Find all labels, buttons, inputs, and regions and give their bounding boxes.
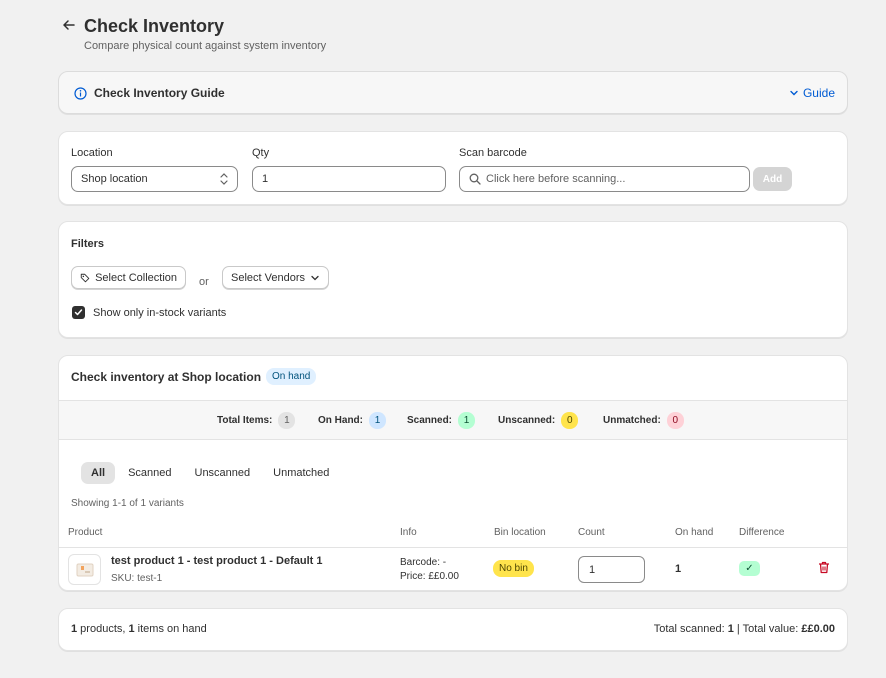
trash-icon <box>819 561 829 574</box>
page-subtitle: Compare physical count against system in… <box>84 40 327 52</box>
items-text: items on hand <box>134 623 207 635</box>
product-sku: SKU: test-1 <box>111 573 163 584</box>
col-product: Product <box>68 527 103 538</box>
stat-badge: 0 <box>561 412 579 429</box>
showing-count: Showing 1-1 of 1 variants <box>71 498 184 509</box>
summary-right: Total scanned: 1 | Total value: ££0.00 <box>654 623 835 635</box>
inventory-title: Check inventory at Shop location <box>71 370 262 384</box>
info-icon <box>74 87 87 103</box>
select-vendors-label: Select Vendors <box>231 271 305 284</box>
col-bin-location: Bin location <box>494 527 546 538</box>
stats-bar: Total Items: 1 On Hand: 1 Scanned: 1 Uns… <box>59 400 847 440</box>
guide-title: Check Inventory Guide <box>94 86 225 100</box>
product-image-icon <box>76 563 93 576</box>
scan-placeholder: Click here before scanning... <box>486 173 626 185</box>
stat-badge: 0 <box>666 412 684 429</box>
summary-card: 1 products, 1 items on hand Total scanne… <box>58 608 848 651</box>
stat-unmatched: Unmatched: 0 <box>603 412 684 429</box>
difference-badge: ✓ <box>739 561 760 576</box>
summary-separator: | <box>733 623 743 635</box>
chevron-down-icon <box>790 90 798 96</box>
products-text: products, <box>77 623 129 635</box>
on-hand-badge: On hand <box>266 368 317 385</box>
bin-badge: No bin <box>493 560 534 577</box>
stat-badge: 1 <box>369 412 386 429</box>
add-button[interactable]: Add <box>753 167 792 191</box>
stat-label: Unmatched: <box>603 415 661 426</box>
stat-badge: 1 <box>278 412 296 429</box>
col-on-hand: On hand <box>675 527 714 538</box>
product-price: Price: ££0.00 <box>400 571 459 582</box>
back-button[interactable] <box>60 16 78 34</box>
qty-label: Qty <box>252 147 270 159</box>
select-collection-label: Select Collection <box>95 271 177 284</box>
location-select-value: Shop location <box>81 173 148 185</box>
tab-scanned[interactable]: Scanned <box>118 462 181 484</box>
checkmark-icon <box>74 309 83 316</box>
value-label: Total value: <box>742 623 802 635</box>
location-form-card: Location Shop location Qty 1 Scan barcod… <box>58 131 848 205</box>
search-icon <box>469 173 481 185</box>
filter-tabs: All Scanned Unscanned Unmatched <box>81 462 342 484</box>
chevron-down-icon <box>311 275 319 280</box>
col-count: Count <box>578 527 605 538</box>
or-text: or <box>199 276 209 288</box>
col-difference: Difference <box>739 527 785 538</box>
delete-button[interactable] <box>818 561 830 577</box>
tab-unscanned[interactable]: Unscanned <box>185 462 261 484</box>
inventory-card: Check inventory at Shop location On hand… <box>58 355 848 591</box>
stat-unscanned: Unscanned: 0 <box>498 412 579 429</box>
table-row: test product 1 - test product 1 - Defaul… <box>59 548 847 590</box>
value-amount: ££0.00 <box>801 623 835 635</box>
stat-total-items: Total Items: 1 <box>217 412 296 429</box>
guide-toggle-label: Guide <box>802 86 835 100</box>
product-name[interactable]: test product 1 - test product 1 - Defaul… <box>111 555 322 567</box>
tab-all[interactable]: All <box>81 462 116 484</box>
location-label: Location <box>71 147 113 159</box>
summary-left: 1 products, 1 items on hand <box>71 623 207 635</box>
page-title: Check Inventory <box>84 16 225 36</box>
stat-label: Total Items: <box>217 415 273 426</box>
product-thumbnail <box>68 554 101 585</box>
stat-on-hand: On Hand: 1 <box>318 412 386 429</box>
select-chevron-icon <box>220 173 228 185</box>
instock-checkbox[interactable] <box>72 306 85 319</box>
tab-unmatched[interactable]: Unmatched <box>263 462 339 484</box>
col-info: Info <box>400 527 417 538</box>
guide-card[interactable]: Check Inventory Guide Guide <box>58 71 848 114</box>
stat-scanned: Scanned: 1 <box>407 412 476 429</box>
qty-input[interactable]: 1 <box>252 166 446 192</box>
instock-label[interactable]: Show only in-stock variants <box>93 307 226 319</box>
table-header: Product Info Bin location Count On hand … <box>59 520 847 548</box>
stat-label: Unscanned: <box>498 415 556 426</box>
tag-icon <box>80 273 90 282</box>
filters-title: Filters <box>71 238 105 250</box>
guide-toggle[interactable]: Guide <box>789 86 835 100</box>
arrow-left-icon <box>63 20 75 30</box>
stat-label: Scanned: <box>407 415 453 426</box>
scan-barcode-input[interactable]: Click here before scanning... <box>459 166 750 192</box>
on-hand-value: 1 <box>675 563 682 575</box>
stat-badge: 1 <box>458 412 476 429</box>
filters-card: Filters Select Collection or Select Vend… <box>58 221 848 338</box>
product-barcode: Barcode: - <box>400 557 447 568</box>
scan-label: Scan barcode <box>459 147 527 159</box>
select-collection-button[interactable]: Select Collection <box>71 266 186 289</box>
stat-label: On Hand: <box>318 415 363 426</box>
select-vendors-button[interactable]: Select Vendors <box>222 266 329 289</box>
location-select[interactable]: Shop location <box>71 166 238 192</box>
scanned-label: Total scanned: <box>653 623 728 635</box>
count-input[interactable]: 1 <box>578 556 645 583</box>
